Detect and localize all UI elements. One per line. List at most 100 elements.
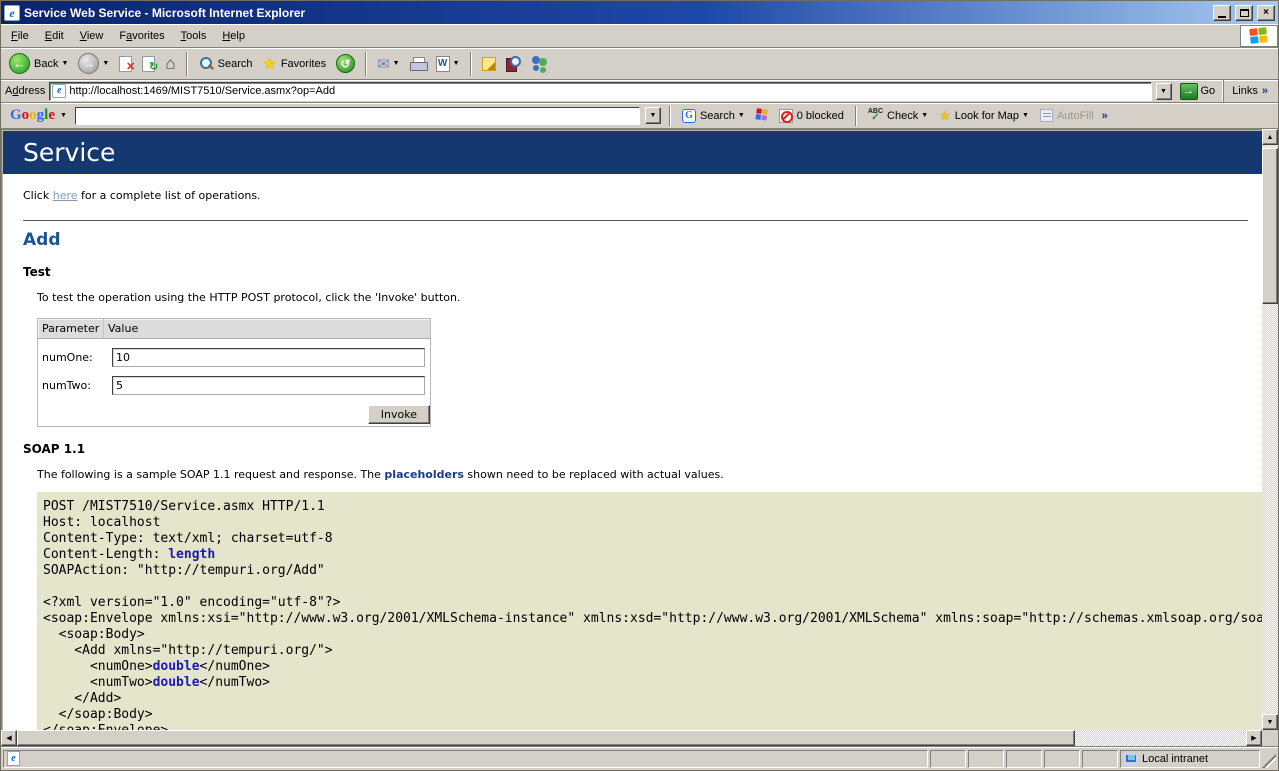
forward-dropdown-icon[interactable]: ▼ [102,60,109,67]
address-dropdown-button[interactable]: ▼ [1156,83,1172,100]
minimize-button[interactable] [1213,5,1231,21]
search-icon [198,56,214,72]
links-chevron-icon[interactable]: » [1262,85,1268,97]
toolbar-separator [186,52,188,76]
pagerank-button[interactable] [753,108,771,123]
address-bar: Address e ▼ → Go Links » [1,80,1278,103]
popup-blocked-icon [779,109,793,123]
note-icon [482,57,496,71]
menu-favorites[interactable]: Favorites [111,27,172,45]
placeholder-value: length [168,547,215,562]
google-search-input[interactable] [76,108,639,124]
home-button[interactable]: ⌂ [161,52,179,76]
placeholder-value: double [153,675,200,690]
scroll-left-button[interactable]: ◀ [1,730,17,746]
resize-grip[interactable] [1262,750,1276,768]
messenger-button[interactable] [527,54,553,73]
parameter-table: Parameter Value numOne:numTwo: Invoke [37,318,431,427]
autofill-label: AutoFill [1057,110,1094,122]
word-icon: W [436,56,450,72]
soap-description: The following is a sample SOAP 1.1 reque… [37,468,1262,481]
history-button[interactable]: ↺ [332,52,359,75]
menu-edit[interactable]: Edit [37,27,72,45]
blocked-count-label: 0 blocked [797,110,844,122]
vertical-scrollbar[interactable]: ▲ ▼ [1262,129,1278,730]
google-separator [669,106,671,126]
back-dropdown-icon[interactable]: ▼ [61,60,68,67]
code-line: SOAPAction: "http://tempuri.org/Add" [43,563,1262,579]
local-intranet-icon [1124,753,1138,765]
maximize-icon [1240,9,1249,17]
scroll-right-button[interactable]: ▶ [1246,730,1262,746]
research-button[interactable] [502,54,525,73]
browser-viewport: Service Click here for a complete list o… [1,129,1278,730]
google-overflow-chevron-icon[interactable]: » [1102,110,1108,122]
ie-app-icon: e [4,5,20,21]
close-button[interactable]: × [1257,5,1275,21]
intro-line: Click here for a complete list of operat… [23,189,1262,202]
go-button[interactable]: → Go [1176,82,1220,101]
google-search-button-dropdown-icon[interactable]: ▼ [738,112,745,119]
history-icon: ↺ [336,54,355,73]
go-arrow-icon: → [1180,83,1198,100]
menu-help[interactable]: Help [214,27,253,45]
edit-with-word-button[interactable]: W ▼ [432,54,464,74]
forward-button[interactable]: → ▼ [74,51,113,76]
maximize-button[interactable] [1235,5,1253,21]
back-button[interactable]: ← Back ▼ [5,51,72,76]
autofill-button[interactable]: AutoFill [1037,108,1097,123]
research-icon [506,56,521,71]
google-logo-dropdown-icon[interactable]: ▼ [60,112,67,119]
look-for-map-button[interactable]: ★ Look for Map ▼ [936,107,1032,125]
menu-file[interactable]: File [3,27,37,45]
mail-button[interactable]: ✉ ▼ [373,53,404,75]
menu-view[interactable]: View [72,27,112,45]
parameter-name-label: numTwo: [42,379,112,392]
stop-button[interactable]: ✕ [115,54,136,74]
windows-logo-throbber [1240,25,1278,47]
scroll-up-button[interactable]: ▲ [1262,129,1278,145]
spellcheck-button[interactable]: ABC ✓ Check ▼ [865,107,931,124]
horizontal-scrollbar[interactable]: ◀ ▶ [1,730,1262,746]
mail-dropdown-icon[interactable]: ▼ [393,60,400,67]
parameter-name-label: numOne: [42,351,112,364]
status-main-pane: e [3,750,928,768]
parameter-value-input-0[interactable] [112,348,425,367]
vertical-scroll-thumb[interactable] [1262,148,1278,304]
google-search-button[interactable]: G Search ▼ [679,108,748,124]
security-zone-pane: Local intranet [1120,750,1260,768]
spellcheck-dropdown-icon[interactable]: ▼ [921,112,928,119]
map-label: Look for Map [955,110,1019,122]
google-search-dropdown[interactable]: ▼ [645,107,661,124]
code-line: POST /MIST7510/Service.asmx HTTP/1.1 [43,499,1262,515]
word-dropdown-icon[interactable]: ▼ [453,60,460,67]
print-button[interactable] [406,55,430,72]
placeholders-emphasis: placeholders [384,468,464,481]
search-button[interactable]: Search [194,54,257,74]
invoke-button[interactable]: Invoke [368,405,430,424]
popup-blocker-button[interactable]: 0 blocked [776,108,847,124]
scroll-down-button[interactable]: ▼ [1262,714,1278,730]
invoke-row: Invoke [38,403,430,426]
code-line: Content-Type: text/xml; charset=utf-8 [43,531,1262,547]
links-toolbar[interactable]: Links » [1223,80,1274,102]
google-logo-button[interactable]: Google ▼ [5,106,70,125]
map-dropdown-icon[interactable]: ▼ [1022,112,1029,119]
scrollbar-corner [1262,730,1278,746]
favorites-button[interactable]: ★ Favorites [258,52,330,76]
operations-list-link[interactable]: here [53,189,78,202]
menu-tools[interactable]: Tools [173,27,215,45]
refresh-button[interactable]: ↻ [138,54,159,74]
code-line: <soap:Body> [43,627,1262,643]
code-line: <?xml version="1.0" encoding="utf-8"?> [43,595,1262,611]
edit-note-button[interactable] [478,55,500,73]
horizontal-scroll-thumb[interactable] [17,730,1075,746]
parameter-value-input-1[interactable] [112,376,425,395]
favorites-star-icon: ★ [262,54,276,74]
parameter-table-body: numOne: numTwo: [38,339,430,403]
divider-rule [23,220,1248,221]
soap-heading: SOAP 1.1 [23,442,1262,456]
google-search-label: Search [700,110,735,122]
address-input[interactable] [69,85,1148,97]
pagerank-icon [755,108,769,123]
